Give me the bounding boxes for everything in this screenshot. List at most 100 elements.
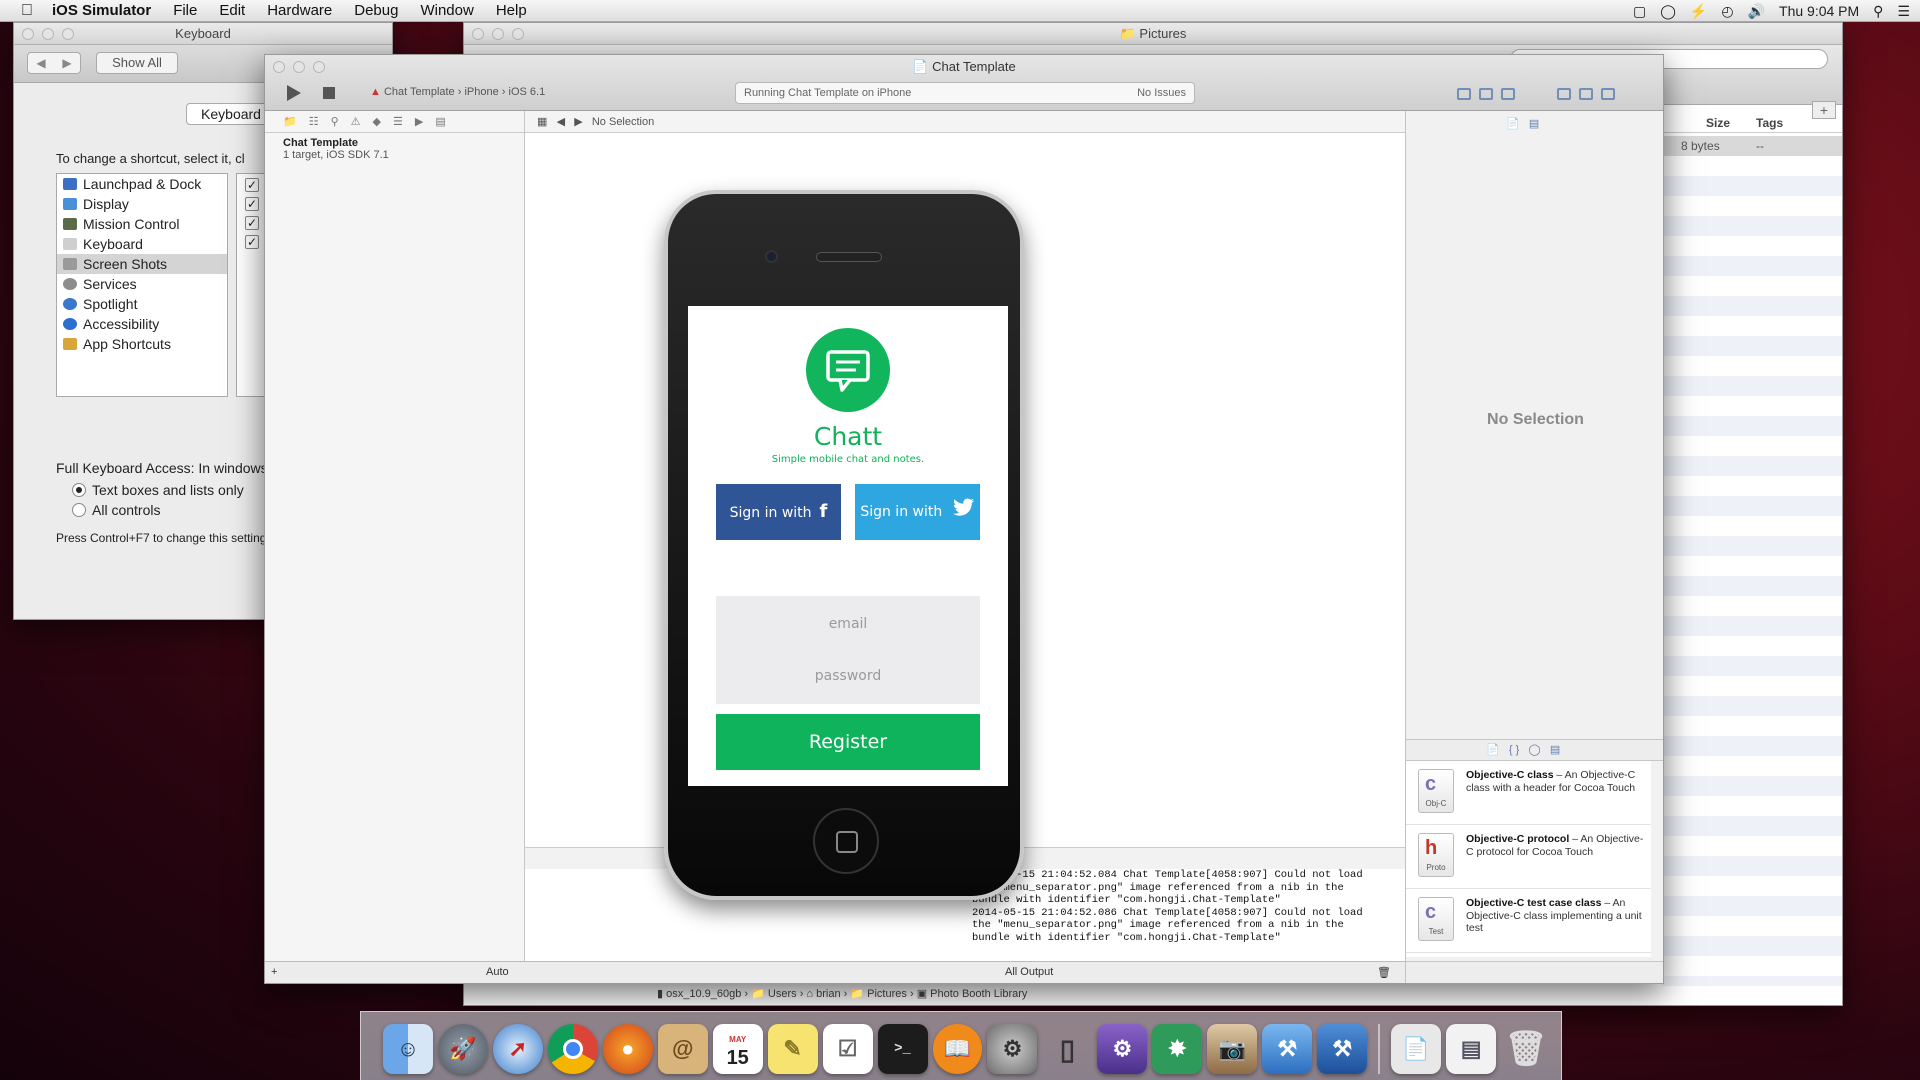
path-item[interactable]: osx_10.9_60gb <box>666 988 741 1000</box>
menu-file[interactable]: File <box>173 2 197 19</box>
add-file-icon[interactable]: + <box>271 966 277 978</box>
editor-mode-segment[interactable] <box>1453 85 1519 103</box>
path-item[interactable]: Pictures <box>867 988 907 1000</box>
radio-indicator[interactable] <box>72 483 86 497</box>
test-navigator-icon[interactable]: ◆ <box>373 115 381 128</box>
spotlight-icon[interactable]: ⚲ <box>1873 3 1883 20</box>
volume-icon[interactable]: 🔊 <box>1748 3 1765 20</box>
trash-icon[interactable]: 🗑 <box>1377 966 1391 979</box>
sourcetree-icon[interactable]: ✸ <box>1152 1024 1203 1074</box>
instruments-icon[interactable]: ⚙ <box>1097 1024 1148 1074</box>
ibooks-icon[interactable]: 📖 <box>932 1024 983 1074</box>
library-item[interactable]: c Obj-C Objective-C class – An Objective-… <box>1406 761 1651 825</box>
zoom-button[interactable] <box>512 28 524 40</box>
notes-icon[interactable]: ✎ <box>767 1024 818 1074</box>
email-field[interactable]: email <box>716 596 980 652</box>
category-screen-shots[interactable]: Screen Shots <box>57 254 227 274</box>
auto-filter[interactable]: Auto <box>486 966 509 978</box>
menubar-clock[interactable]: Thu 9:04 PM <box>1779 3 1859 19</box>
breakpoint-navigator-icon[interactable]: ▶ <box>415 115 423 128</box>
safari-icon[interactable]: ➚ <box>492 1024 543 1074</box>
utilities-toggle-icon[interactable] <box>1601 88 1615 100</box>
scheme-selector[interactable]: ▲ Chat Template › iPhone › iOS 6.1 <box>370 86 545 98</box>
category-accessibility[interactable]: Accessibility <box>57 314 227 334</box>
forward-icon[interactable]: ▶ <box>574 116 582 128</box>
menu-edit[interactable]: Edit <box>219 2 245 19</box>
system-preferences-icon[interactable]: ⚙ <box>987 1024 1038 1074</box>
library-tabs-icon[interactable]: 📄 { } ◯ ▤ <box>1486 743 1560 756</box>
xcode-icon[interactable]: ⚒ <box>1262 1024 1313 1074</box>
launchpad-icon[interactable]: 🚀 <box>437 1024 488 1074</box>
category-launchpad-dock[interactable]: Launchpad & Dock <box>57 174 227 194</box>
file-row[interactable]: 8 bytes -- <box>1661 136 1842 156</box>
find-navigator-icon[interactable]: ⚲ <box>331 115 339 128</box>
calendar-icon[interactable]: MAY 15 <box>712 1024 763 1074</box>
category-display[interactable]: Display <box>57 194 227 214</box>
file-inspector-icon[interactable]: 📄 ▤ <box>1506 117 1539 130</box>
path-item[interactable]: Users <box>768 988 797 1000</box>
back-forward-buttons[interactable]: ◀ ▶ <box>27 52 81 74</box>
category-mission-control[interactable]: Mission Control <box>57 214 227 234</box>
screen-record-icon[interactable]: ▢ <box>1633 3 1646 20</box>
category-app-shortcuts[interactable]: App Shortcuts <box>57 334 227 354</box>
category-services[interactable]: Services <box>57 274 227 294</box>
contacts-icon[interactable]: @ <box>657 1024 708 1074</box>
minimize-button[interactable] <box>492 28 504 40</box>
show-all-button[interactable]: Show All <box>96 52 178 74</box>
shortcut-checkbox[interactable]: ✓ <box>245 235 259 249</box>
forward-icon[interactable]: ▶ <box>62 56 71 70</box>
password-field[interactable]: password <box>716 648 980 704</box>
radio-all-controls[interactable]: All controls <box>72 502 160 518</box>
home-button[interactable] <box>813 808 879 874</box>
radio-text-boxes[interactable]: Text boxes and lists only <box>72 482 244 498</box>
minimize-button[interactable] <box>42 28 54 40</box>
menu-help[interactable]: Help <box>496 2 527 19</box>
stop-button[interactable] <box>323 87 335 99</box>
facebook-sign-in-button[interactable]: Sign in with f <box>716 484 841 540</box>
view-toggle-segment[interactable] <box>1553 85 1619 103</box>
finder-icon[interactable]: ☺ <box>383 1024 433 1074</box>
documents-icon[interactable]: 📄 <box>1391 1024 1442 1074</box>
project-navigator-icon[interactable]: 📁 <box>283 115 297 128</box>
library-item[interactable]: c Test Objective-C test case class – An O… <box>1406 889 1651 953</box>
column-size[interactable]: Size <box>1706 116 1730 130</box>
back-icon[interactable]: ◀ <box>36 56 45 70</box>
radio-indicator[interactable] <box>72 503 86 517</box>
shortcut-checkbox[interactable]: ✓ <box>245 197 259 211</box>
version-editor-icon[interactable] <box>1501 88 1515 100</box>
menu-window[interactable]: Window <box>420 2 473 19</box>
standard-editor-icon[interactable] <box>1457 88 1471 100</box>
notification-center-icon[interactable]: ☰ <box>1897 3 1910 20</box>
chrome-icon[interactable] <box>547 1024 598 1074</box>
terminal-icon[interactable]: >_ <box>877 1024 928 1074</box>
path-item[interactable]: brian <box>816 988 840 1000</box>
column-tags[interactable]: Tags <box>1756 116 1783 130</box>
battery-icon[interactable]: ⚡ <box>1690 3 1707 20</box>
trash-icon[interactable]: 🗑 <box>1501 1024 1551 1074</box>
apple-menu-icon[interactable]:  <box>16 2 38 20</box>
run-button[interactable] <box>287 85 301 101</box>
app-menu[interactable]: iOS Simulator <box>52 2 151 19</box>
log-navigator-icon[interactable]: ▤ <box>435 115 445 128</box>
register-button[interactable]: Register <box>716 714 980 770</box>
close-button[interactable] <box>472 28 484 40</box>
library-filter-bar[interactable] <box>1406 961 1663 983</box>
reminders-icon[interactable]: ☑ <box>822 1024 873 1074</box>
jump-bar[interactable]: ▦ ◀ ▶ No Selection <box>525 111 1405 133</box>
menu-debug[interactable]: Debug <box>354 2 398 19</box>
category-keyboard[interactable]: Keyboard <box>57 234 227 254</box>
xcode-tools-icon[interactable]: ⚒ <box>1317 1024 1368 1074</box>
twitter-sign-in-button[interactable]: Sign in with <box>855 484 980 540</box>
issues-count[interactable]: No Issues <box>1137 83 1186 103</box>
zoom-button[interactable] <box>62 28 74 40</box>
grid-icon[interactable]: ▦ <box>537 116 547 128</box>
shortcut-checkbox[interactable]: ✓ <box>245 216 259 230</box>
project-row[interactable]: Chat Template 1 target, iOS SDK 7.1 <box>265 133 524 161</box>
tab-keyboard[interactable]: Keyboard <box>186 103 276 125</box>
ios-simulator-icon[interactable]: ▯ <box>1042 1024 1092 1074</box>
path-item[interactable]: Photo Booth Library <box>930 988 1027 1000</box>
assistant-editor-icon[interactable] <box>1479 88 1493 100</box>
debug-area-toggle-icon[interactable] <box>1579 88 1593 100</box>
firefox-icon[interactable]: ● <box>602 1024 653 1074</box>
console-output[interactable]: 2014-05-15 21:04:52.084 Chat Template[40… <box>972 869 1405 967</box>
